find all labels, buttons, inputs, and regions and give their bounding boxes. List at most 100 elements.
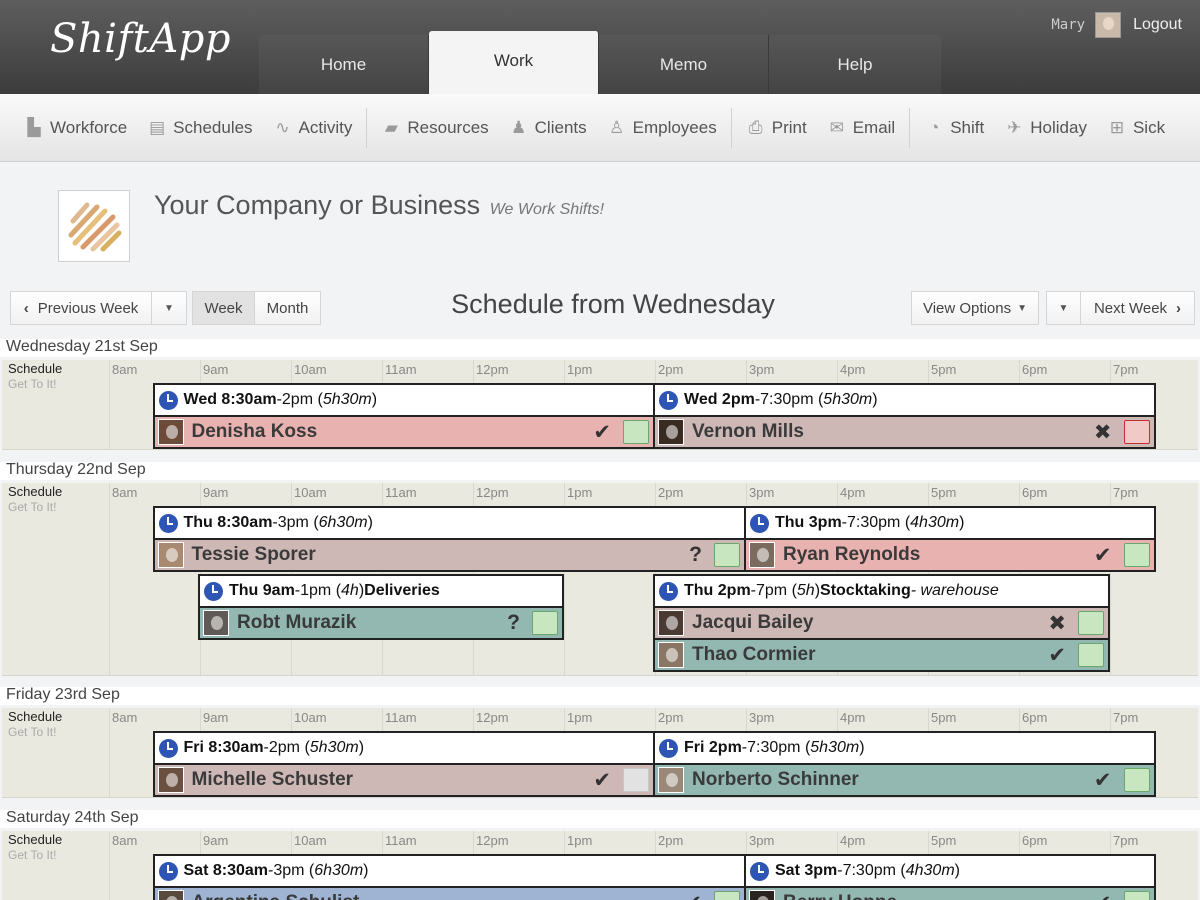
shift-start: Thu 8:30am <box>183 514 273 531</box>
shift-header[interactable]: Wed 8:30am -2pm (5h30m) <box>154 385 653 415</box>
toolbar-print[interactable]: ⎙ Print <box>736 94 817 162</box>
check-icon[interactable]: ✔ <box>593 768 611 793</box>
employee-row[interactable]: Vernon Mills ✖ <box>655 415 1154 447</box>
shift-header[interactable]: Sat 8:30am -3pm (6h30m) <box>154 856 744 886</box>
shift-header[interactable]: Thu 9am -1pm (4h) Deliveries <box>200 576 562 606</box>
status-checkbox[interactable] <box>714 891 740 900</box>
status-checkbox[interactable] <box>1123 768 1150 792</box>
shift-header[interactable]: Thu 8:30am -3pm (6h30m) <box>154 508 744 538</box>
tab-help[interactable]: Help <box>769 35 941 94</box>
envelope-icon: ✉ <box>829 117 844 137</box>
toolbar-sick[interactable]: ⊞ Sick <box>1097 94 1175 162</box>
schedule-label: Schedule <box>8 484 63 499</box>
shift-block[interactable]: Thu 9am -1pm (4h) Deliveries Robt Murazik? <box>198 574 564 640</box>
hour-label: 9am <box>203 485 229 500</box>
employee-row[interactable]: Ryan Reynolds ✔ <box>746 538 1154 570</box>
previous-week-dropdown[interactable]: ▼ <box>151 291 187 325</box>
shift-block[interactable]: Thu 3pm -7:30pm (4h30m) Ryan Reynolds ✔ <box>744 506 1156 572</box>
month-view-button[interactable]: Month <box>254 291 321 325</box>
medical-kit-icon: ⊞ <box>1109 117 1125 137</box>
hour-label: 11am <box>385 362 417 377</box>
shift-block[interactable]: Sat 8:30am-3pm (6h30m)Argentina Schulist… <box>152 854 746 900</box>
toolbar-shift[interactable]: ◔ Shift <box>914 94 994 162</box>
toolbar-holiday[interactable]: ✈ Holiday <box>994 94 1097 162</box>
logout-link[interactable]: Logout <box>1133 16 1182 34</box>
shift-block[interactable]: Fri 2pm -7:30pm (5h30m) Norberto Schinner ✔ <box>653 731 1156 797</box>
toolbar-label: Resources <box>407 117 489 137</box>
status-checkbox[interactable] <box>1123 891 1150 900</box>
employee-avatar <box>157 767 184 793</box>
question-icon[interactable]: ? <box>507 611 520 635</box>
previous-week-button[interactable]: ‹ Previous Week <box>10 291 152 325</box>
check-icon[interactable]: ✔ <box>1094 768 1112 793</box>
employee-name: Berry Hoppe <box>783 892 897 900</box>
toolbar-resources[interactable]: ▰ Resources <box>371 94 498 162</box>
toolbar-employees[interactable]: ♙ Employees <box>597 94 727 162</box>
cross-icon[interactable]: ✖ <box>1094 420 1112 445</box>
shift-block[interactable]: Thu 8:30am -3pm (6h30m) Tessie Sporer? <box>152 506 746 572</box>
tab-work[interactable]: Work <box>429 31 599 94</box>
status-checkbox[interactable] <box>532 611 558 635</box>
shift-task: Deliveries <box>364 582 440 599</box>
check-icon[interactable]: ✔ <box>684 891 702 900</box>
shift-header[interactable]: Wed 2pm -7:30pm (5h30m) <box>655 385 1154 415</box>
shift-header[interactable]: Thu 3pm -7:30pm (4h30m) <box>746 508 1154 538</box>
app-logo[interactable]: ShiftApp <box>50 16 231 62</box>
shift-header[interactable]: Sat 3pm -7:30pm (4h30m) <box>746 856 1154 886</box>
question-icon[interactable]: ? <box>689 543 702 567</box>
week-view-button[interactable]: Week <box>192 291 255 325</box>
toolbar-clients[interactable]: ♟ Clients <box>499 94 597 162</box>
company-name: Your Company or Business <box>154 190 481 220</box>
check-icon[interactable]: ✔ <box>1094 543 1112 568</box>
next-week-dropdown[interactable]: ▼ <box>1046 291 1081 325</box>
user-avatar[interactable] <box>1095 12 1122 38</box>
shift-duration: 4h <box>341 582 359 599</box>
shift-end: -3pm ( <box>268 862 315 879</box>
check-icon[interactable]: ✔ <box>1094 891 1112 900</box>
shift-header[interactable]: Fri 8:30am -2pm (5h30m) <box>154 733 653 763</box>
shift-header[interactable]: Thu 2pm -7pm (5h) Stocktaking - warehouse <box>655 576 1108 606</box>
shift-block[interactable]: Thu 2pm -7pm (5h) Stocktaking - warehouse… <box>653 574 1110 672</box>
employee-row[interactable]: Berry Hoppe ✔ <box>746 886 1154 900</box>
employee-row[interactable]: Argentina Schulist ✔ <box>154 886 744 900</box>
next-week-button[interactable]: Next Week › <box>1080 291 1195 325</box>
tab-memo[interactable]: Memo <box>599 35 769 94</box>
employee-row[interactable]: Denisha Koss ✔ <box>154 415 653 447</box>
employee-row[interactable]: Jacqui Bailey ✖ <box>655 606 1108 638</box>
tab-home[interactable]: Home <box>259 35 429 94</box>
employee-row[interactable]: Michelle Schuster ✔ <box>154 763 653 795</box>
check-icon[interactable]: ✔ <box>1048 643 1066 668</box>
shift-start: Wed 8:30am <box>183 391 277 408</box>
toolbar-activity[interactable]: ∿ Activity <box>263 94 363 162</box>
status-checkbox[interactable] <box>623 420 649 444</box>
toolbar-email[interactable]: ✉ Email <box>817 94 906 162</box>
status-checkbox[interactable] <box>1123 543 1150 567</box>
hour-label: 8am <box>112 362 138 377</box>
shift-block[interactable]: Fri 8:30am -2pm (5h30m) Michelle Schuster ✔ <box>152 731 655 797</box>
shift-end: -7pm ( <box>750 582 797 599</box>
status-checkbox[interactable] <box>1078 643 1104 667</box>
check-icon[interactable]: ✔ <box>593 420 611 445</box>
employee-row[interactable]: Norberto Schinner ✔ <box>655 763 1154 795</box>
shift-block[interactable]: Wed 2pm -7:30pm (5h30m) Vernon Mills ✖ <box>653 383 1156 449</box>
status-checkbox[interactable] <box>623 768 649 792</box>
employee-row[interactable]: Tessie Sporer? <box>154 538 744 570</box>
shift-end: -7:30pm ( <box>837 862 906 879</box>
status-checkbox[interactable] <box>1078 611 1104 635</box>
employee-row[interactable]: Thao Cormier ✔ <box>655 638 1108 670</box>
employee-name: Thao Cormier <box>692 644 816 665</box>
view-options-button[interactable]: View Options ▼ <box>911 291 1039 325</box>
shift-header[interactable]: Fri 2pm -7:30pm (5h30m) <box>655 733 1154 763</box>
status-checkbox[interactable] <box>714 543 740 567</box>
truck-icon: ▰ <box>384 117 398 137</box>
shift-block[interactable]: Wed 8:30am -2pm (5h30m) Denisha Koss ✔ <box>152 383 655 449</box>
employee-name: Norberto Schinner <box>692 769 859 790</box>
toolbar-workforce[interactable]: ▙ Workforce <box>14 94 137 162</box>
hour-column <box>109 831 110 900</box>
employee-row[interactable]: Robt Murazik? <box>200 606 562 638</box>
status-checkbox[interactable] <box>1123 420 1150 444</box>
shift-block[interactable]: Sat 3pm-7:30pm (4h30m) Berry Hoppe ✔ <box>744 854 1156 900</box>
cross-icon[interactable]: ✖ <box>1048 611 1066 636</box>
hour-label: 7pm <box>1113 485 1139 500</box>
toolbar-schedules[interactable]: ▤ Schedules <box>137 94 262 162</box>
